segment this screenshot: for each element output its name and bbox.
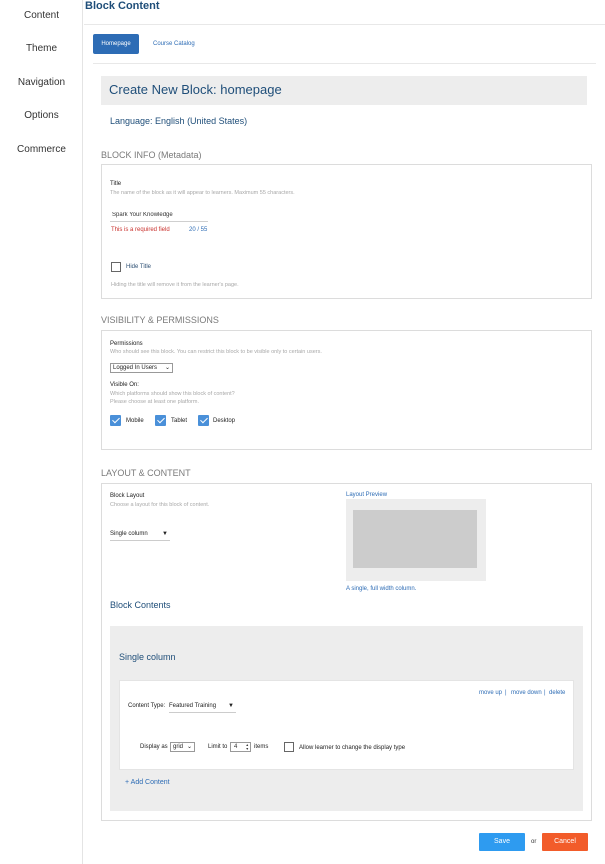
visible-on-label: Visible On: [110, 382, 139, 388]
title-label: Title [110, 181, 122, 187]
sidebar-item-theme[interactable]: Theme [0, 43, 83, 54]
block-contents-area: Single column move up | move down | dele… [110, 626, 583, 811]
visibility-panel: Permissions Who should see this block. Y… [101, 330, 592, 450]
sidebar-item-navigation[interactable]: Navigation [0, 77, 83, 88]
allow-change-checkbox[interactable] [284, 742, 294, 752]
permissions-select-value: Logged In Users [113, 365, 158, 371]
display-as-value: grid [173, 744, 184, 750]
required-field-error: This is a required field [111, 227, 170, 233]
move-up-link[interactable]: move up [479, 690, 502, 696]
sidebar-item-options[interactable]: Options [0, 110, 83, 121]
content-type-label: Content Type: [128, 703, 166, 709]
hide-title-hint: Hiding the title will remove it from the… [111, 282, 239, 288]
or-separator: or [531, 839, 537, 845]
limit-value: 4 [234, 744, 238, 750]
layout-preview [346, 499, 486, 581]
tab-homepage[interactable]: Homepage [93, 34, 139, 54]
title-input[interactable] [110, 209, 208, 222]
tab-course-catalog[interactable]: Course Catalog [146, 34, 202, 54]
visible-on-hint-2: Please choose at least one platform. [110, 399, 199, 405]
link-separator: | [544, 690, 546, 696]
title-char-counter: 20 / 55 [189, 227, 208, 233]
content-type-select[interactable]: Featured Training ▼ [169, 703, 236, 713]
delete-link[interactable]: delete [549, 690, 565, 696]
layout-preview-label: Layout Preview [346, 492, 388, 498]
limit-stepper[interactable]: 4 ▲ ▼ [230, 742, 251, 752]
block-layout-hint: Choose a layout for this block of conten… [110, 502, 210, 508]
layout-preview-column [353, 510, 477, 568]
create-block-banner: Create New Block: homepage [101, 76, 587, 105]
create-block-title: Create New Block: homepage [109, 82, 282, 97]
permissions-label: Permissions [110, 341, 143, 347]
block-contents-title: Block Contents [110, 600, 171, 610]
add-content-link[interactable]: + Add Content [125, 779, 170, 786]
content-card: move up | move down | delete Content Typ… [119, 680, 574, 770]
sidebar-item-commerce[interactable]: Commerce [0, 144, 83, 155]
items-label: items [254, 744, 269, 750]
visible-on-hint: Which platforms should show this block o… [110, 391, 235, 397]
limit-to-label: Limit to [208, 744, 228, 750]
save-button[interactable]: Save [479, 833, 525, 851]
block-info-panel: Title The name of the block as it will a… [101, 164, 592, 299]
chevron-down-icon: ⌄ [164, 365, 170, 371]
hide-title-label: Hide Title [126, 264, 152, 270]
display-as-select[interactable]: grid ⌄ [170, 742, 195, 752]
content-type-value: Featured Training [169, 703, 217, 709]
block-layout-label: Block Layout [110, 493, 145, 499]
stepper-arrows-icon[interactable]: ▲ ▼ [246, 743, 249, 751]
sidebar-item-content[interactable]: Content [0, 10, 83, 21]
mobile-label: Mobile [126, 418, 144, 424]
tablet-checkbox[interactable] [155, 415, 166, 426]
permissions-select[interactable]: Logged In Users ⌄ [110, 363, 173, 373]
link-separator: | [505, 690, 507, 696]
tabs-divider [93, 63, 596, 64]
title-hint: The name of the block as it will appear … [110, 190, 295, 196]
sidebar: Content Theme Navigation Options Commerc… [0, 0, 83, 864]
block-layout-value: Single column [110, 531, 148, 537]
caret-down-icon: ▼ [228, 703, 234, 709]
layout-heading: LAYOUT & CONTENT [101, 468, 191, 478]
tablet-label: Tablet [171, 418, 188, 424]
main-content: Block Content Homepage Course Catalog Cr… [84, 0, 605, 864]
display-as-label: Display as [140, 744, 168, 750]
column-title: Single column [119, 652, 176, 662]
mobile-checkbox[interactable] [110, 415, 121, 426]
chevron-down-icon: ⌄ [186, 744, 192, 750]
header-divider [84, 24, 605, 25]
language-label: Language: English (United States) [110, 116, 248, 126]
hide-title-checkbox[interactable] [111, 262, 121, 272]
permissions-hint: Who should see this block. You can restr… [110, 349, 322, 355]
cancel-button[interactable]: Cancel [542, 833, 588, 851]
allow-change-label: Allow learner to change the display type [299, 745, 406, 751]
block-layout-select[interactable]: Single column ▼ [110, 531, 170, 541]
page-title: Block Content [85, 0, 160, 12]
layout-preview-caption: A single, full width column. [346, 586, 417, 592]
block-info-heading: BLOCK INFO (Metadata) [101, 150, 202, 160]
desktop-label: Desktop [213, 418, 236, 424]
caret-down-icon: ▼ [162, 531, 168, 537]
desktop-checkbox[interactable] [198, 415, 209, 426]
move-down-link[interactable]: move down [511, 690, 542, 696]
visibility-heading: VISIBILITY & PERMISSIONS [101, 315, 219, 325]
